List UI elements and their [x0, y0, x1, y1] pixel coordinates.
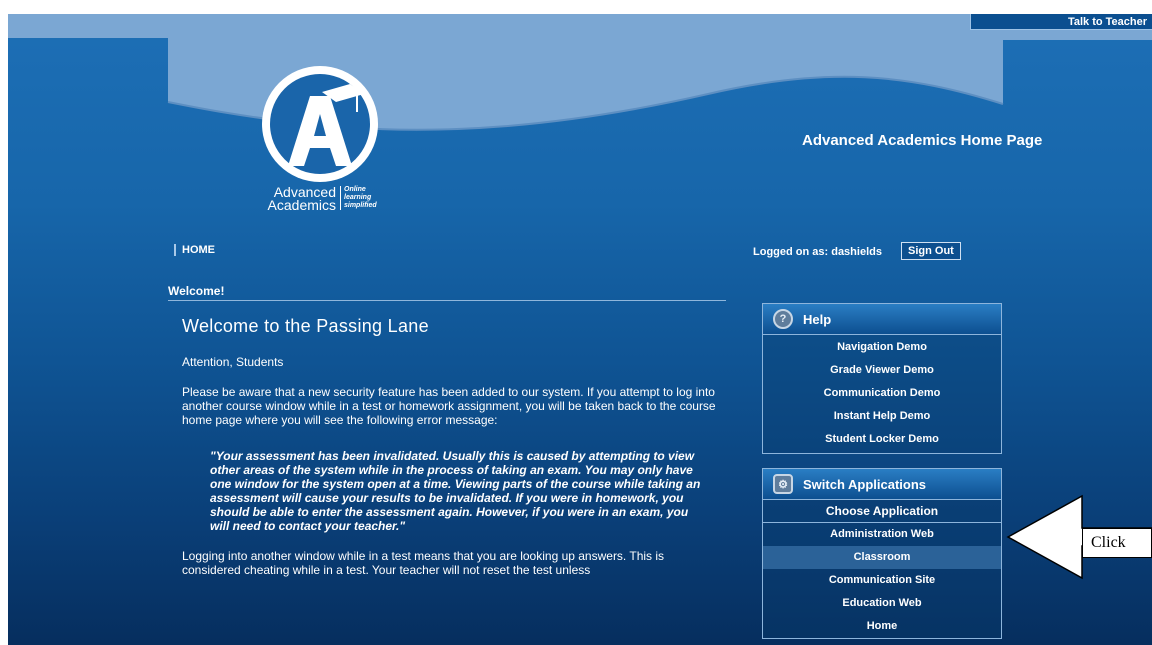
welcome-content: Welcome to the Passing Lane Attention, S… [182, 316, 722, 593]
logo-name-line2: Academics [267, 197, 336, 213]
security-notice-text: Please be aware that a new security feat… [182, 385, 716, 427]
callout-label: Click [1082, 528, 1152, 558]
help-panel-title: Help [803, 311, 832, 327]
logged-on-status: Logged on as: dashields [753, 246, 882, 258]
choose-application-subheader: Choose Application [763, 500, 1001, 523]
attention-text: Attention, Students [182, 355, 284, 369]
advanced-academics-logo[interactable]: Advanced Academics Online learning simpl… [252, 66, 392, 226]
error-message-quote: "Your assessment has been invalidated. U… [210, 449, 701, 533]
help-item-grade-viewer-demo[interactable]: Grade Viewer Demo [763, 359, 1001, 382]
help-panel: ? Help Navigation Demo Grade Viewer Demo… [762, 303, 1002, 454]
section-label: Welcome! [168, 284, 225, 298]
app-item-administration-web[interactable]: Administration Web [763, 523, 1001, 546]
logo-tagline1: Online [344, 186, 366, 193]
talk-to-teacher-button[interactable]: Talk to Teacher [970, 14, 1152, 30]
page-background: Talk to Teacher Advanced Academics Onlin… [8, 14, 1152, 645]
gears-icon: ⚙ [773, 474, 793, 494]
help-question-icon: ? [773, 309, 793, 329]
app-item-home[interactable]: Home [763, 615, 1001, 638]
logo-tagline2: learning [344, 194, 372, 201]
help-item-communication-demo[interactable]: Communication Demo [763, 382, 1001, 405]
switch-applications-panel: ⚙ Switch Applications Choose Application… [762, 468, 1002, 639]
section-divider [168, 300, 726, 301]
welcome-heading: Welcome to the Passing Lane [182, 316, 429, 336]
page-title: Advanced Academics Home Page [802, 132, 1043, 149]
help-panel-header: ? Help [763, 304, 1001, 335]
app-item-education-web[interactable]: Education Web [763, 592, 1001, 615]
help-item-student-locker-demo[interactable]: Student Locker Demo [763, 428, 1001, 451]
switch-panel-header: ⚙ Switch Applications [763, 469, 1001, 500]
sign-out-button[interactable]: Sign Out [901, 242, 961, 260]
switch-panel-title: Switch Applications [803, 476, 927, 492]
help-item-navigation-demo[interactable]: Navigation Demo [763, 336, 1001, 359]
app-item-communication-site[interactable]: Communication Site [763, 569, 1001, 592]
help-item-instant-help-demo[interactable]: Instant Help Demo [763, 405, 1001, 428]
app-item-classroom[interactable]: Classroom [763, 546, 1001, 569]
nav-home-link[interactable]: HOME [174, 244, 215, 256]
cheating-notice-text: Logging into another window while in a t… [182, 549, 665, 577]
logo-tagline3: simplified [344, 202, 377, 209]
